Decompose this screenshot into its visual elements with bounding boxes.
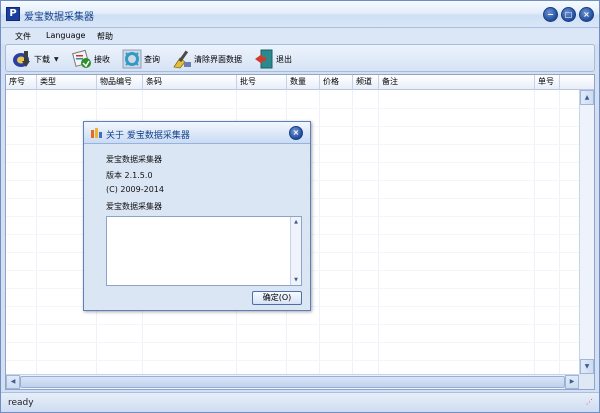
- grid-header: 序号 类型 物品编号 条码 批号 数量 价格 频道 备注 单号: [6, 75, 594, 90]
- column-divider: [559, 90, 560, 389]
- menu-help[interactable]: 帮助: [97, 31, 113, 42]
- dialog-close-button[interactable]: ×: [289, 126, 303, 140]
- vertical-scrollbar[interactable]: ▲ ▼: [579, 90, 594, 374]
- table-row: [6, 108, 594, 109]
- exit-door-icon: [254, 49, 274, 69]
- broom-icon: [172, 49, 192, 69]
- chevron-down-icon[interactable]: ▼: [54, 56, 59, 63]
- exit-button[interactable]: 退出: [254, 48, 292, 70]
- scroll-corner: [579, 374, 594, 389]
- scroll-left-icon[interactable]: ◀: [6, 375, 20, 389]
- close-button[interactable]: ×: [579, 7, 594, 22]
- clear-data-button[interactable]: 清除界面数据: [172, 48, 242, 70]
- column-header-price[interactable]: 价格: [320, 75, 353, 90]
- exit-label: 退出: [276, 54, 292, 64]
- window-title: 爱宝数据采集器: [24, 12, 94, 23]
- table-row: [6, 324, 594, 325]
- menu-bar: 文件 Language 帮助: [1, 28, 599, 44]
- toolbar: 下载 ▼ 接收 查询 清除界面数据 退出: [5, 44, 595, 72]
- query-label: 查询: [144, 54, 160, 64]
- column-header-type[interactable]: 类型: [37, 75, 97, 90]
- dialog-copyright: (C) 2009-2014: [106, 185, 164, 194]
- menu-language[interactable]: Language: [46, 31, 85, 40]
- menu-file[interactable]: 文件: [15, 31, 31, 42]
- download-button[interactable]: 下载 ▼: [12, 48, 59, 70]
- receive-label: 接收: [94, 54, 110, 64]
- column-divider: [352, 90, 353, 389]
- receive-icon: [72, 49, 92, 69]
- status-text: ready: [8, 398, 34, 408]
- column-header-remark[interactable]: 备注: [379, 75, 535, 90]
- horizontal-scrollbar[interactable]: ◀ ▶: [6, 374, 579, 389]
- dialog-product-name: 爱宝数据采集器: [106, 155, 162, 164]
- resize-grip-icon[interactable]: ⋰: [586, 398, 593, 406]
- horizontal-scroll-thumb[interactable]: [20, 376, 565, 388]
- dialog-app-icon: [91, 128, 103, 138]
- minimize-button[interactable]: −: [543, 7, 558, 22]
- column-divider: [534, 90, 535, 389]
- dialog-title: 关于 爱宝数据采集器: [106, 131, 190, 141]
- table-row: [6, 342, 594, 343]
- column-header-index[interactable]: 序号: [6, 75, 37, 90]
- download-icon: [12, 49, 32, 69]
- column-divider: [36, 90, 37, 389]
- column-header-barcode[interactable]: 条码: [143, 75, 237, 90]
- dialog-description-textarea[interactable]: ▲ ▼: [106, 216, 302, 286]
- title-bar[interactable]: P 爱宝数据采集器 − □ ×: [1, 1, 599, 28]
- query-button[interactable]: 查询: [122, 48, 160, 70]
- dialog-version: 版本 2.1.5.0: [106, 171, 153, 180]
- receive-button[interactable]: 接收: [72, 48, 110, 70]
- scroll-up-icon[interactable]: ▲: [291, 217, 301, 227]
- status-bar: ready ⋰: [1, 392, 599, 412]
- about-dialog: 关于 爱宝数据采集器 × 爱宝数据采集器 版本 2.1.5.0 (C) 2009…: [83, 121, 311, 311]
- column-header-order-no[interactable]: 单号: [535, 75, 560, 90]
- column-divider: [319, 90, 320, 389]
- app-logo-icon: P: [6, 7, 20, 21]
- query-icon: [122, 49, 142, 69]
- clear-data-label: 清除界面数据: [194, 54, 242, 64]
- ok-button[interactable]: 确定(O): [252, 291, 302, 305]
- column-header-quantity[interactable]: 数量: [287, 75, 320, 90]
- download-label: 下载: [34, 54, 50, 64]
- column-divider: [378, 90, 379, 389]
- textarea-scrollbar[interactable]: ▲ ▼: [290, 217, 301, 285]
- column-header-batch[interactable]: 批号: [237, 75, 287, 90]
- restore-button[interactable]: □: [561, 7, 576, 22]
- dialog-company: 爱宝数据采集器: [106, 202, 162, 211]
- column-header-channel[interactable]: 频道: [353, 75, 379, 90]
- column-header-item-code[interactable]: 物品编号: [97, 75, 143, 90]
- dialog-title-bar[interactable]: 关于 爱宝数据采集器 ×: [84, 122, 310, 144]
- main-window: P 爱宝数据采集器 − □ × 文件 Language 帮助 下载 ▼ 接收 查…: [0, 0, 600, 413]
- scroll-down-icon[interactable]: ▼: [580, 359, 594, 374]
- scroll-up-icon[interactable]: ▲: [580, 90, 594, 105]
- table-row: [6, 360, 594, 361]
- scroll-down-icon[interactable]: ▼: [291, 275, 301, 285]
- scroll-right-icon[interactable]: ▶: [565, 375, 579, 389]
